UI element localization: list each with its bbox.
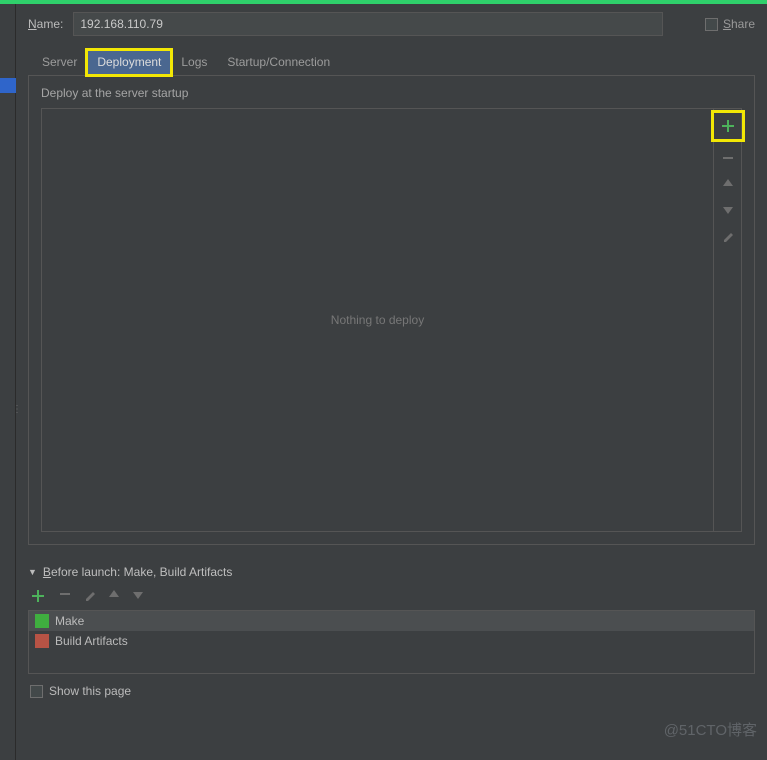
show-this-page-checkbox[interactable]	[30, 685, 43, 698]
show-this-page-label: Show this page	[49, 684, 131, 698]
deployment-panel: Deploy at the server startup Nothing to …	[28, 76, 755, 545]
before-launch-label: Before launch: Make, Build Artifacts	[43, 565, 232, 579]
split-drag-handle[interactable]: ⋮	[12, 404, 22, 415]
gutter-selection	[0, 78, 16, 93]
before-launch-tasks: Make Build Artifacts	[28, 610, 755, 674]
name-input[interactable]	[73, 12, 663, 36]
bl-remove-icon[interactable]	[58, 587, 72, 604]
share-checkbox-wrap[interactable]: Share	[705, 17, 755, 31]
task-label: Make	[55, 614, 84, 628]
task-list-spacer	[29, 651, 754, 673]
empty-text: Nothing to deploy	[331, 313, 424, 327]
bl-move-down-icon[interactable]	[132, 588, 144, 604]
name-row: Name: Share	[28, 12, 755, 36]
edit-icon[interactable]	[720, 228, 736, 244]
make-icon	[35, 614, 49, 628]
collapse-triangle-icon[interactable]: ▼	[28, 567, 37, 577]
deploy-box: Nothing to deploy	[41, 108, 742, 532]
remove-icon[interactable]	[720, 150, 736, 166]
name-label: Name:	[28, 17, 63, 31]
watermark: @51CTO博客	[664, 719, 757, 740]
tab-logs[interactable]: Logs	[171, 50, 217, 75]
bl-add-icon[interactable]	[30, 588, 46, 604]
task-row-build-artifacts[interactable]: Build Artifacts	[29, 631, 754, 651]
panel-title: Deploy at the server startup	[41, 86, 742, 100]
bl-edit-icon[interactable]	[84, 588, 96, 604]
bl-move-up-icon[interactable]	[108, 588, 120, 604]
tab-bar: Server Deployment Logs Startup/Connectio…	[28, 50, 755, 76]
deploy-toolbar	[713, 109, 741, 531]
move-up-icon[interactable]	[720, 176, 736, 192]
before-launch-header[interactable]: ▼ Before launch: Make, Build Artifacts	[28, 565, 753, 579]
share-label: Share	[723, 17, 755, 31]
before-launch-toolbar	[28, 585, 755, 610]
tab-deployment[interactable]: Deployment	[87, 50, 171, 75]
tab-server[interactable]: Server	[32, 50, 87, 75]
deploy-list: Nothing to deploy	[42, 109, 713, 531]
share-checkbox[interactable]	[705, 18, 718, 31]
main-area: Name: Share Server Deployment Logs Start…	[16, 4, 767, 708]
artifact-icon	[35, 634, 49, 648]
move-down-icon[interactable]	[720, 202, 736, 218]
add-icon[interactable]	[713, 112, 743, 140]
task-row-make[interactable]: Make	[29, 611, 754, 631]
left-gutter: ⋮	[0, 4, 16, 760]
show-this-page-row[interactable]: Show this page	[28, 674, 755, 708]
tab-startup-connection[interactable]: Startup/Connection	[217, 50, 340, 75]
task-label: Build Artifacts	[55, 634, 128, 648]
